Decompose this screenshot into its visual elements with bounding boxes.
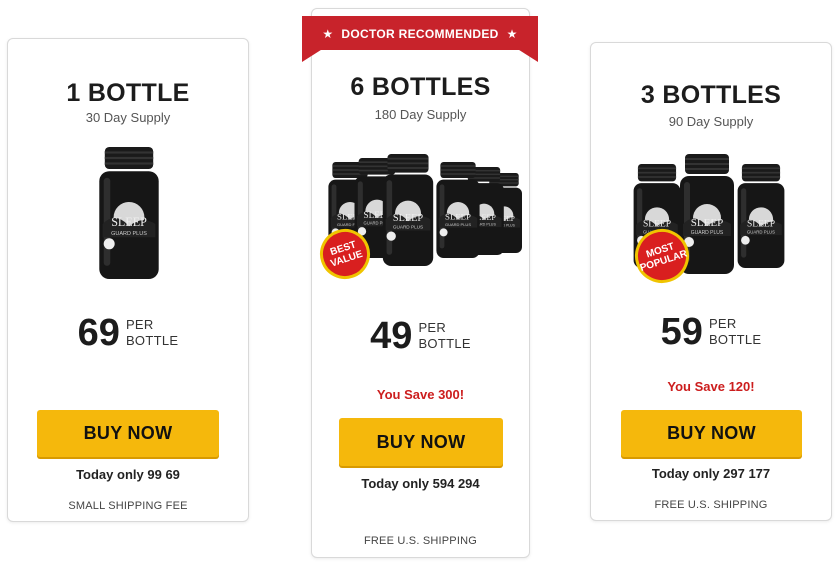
today-price-text: Today only 297 177 (651, 466, 771, 481)
shipping-info: SMALL SHIPPING FEE (68, 500, 188, 512)
shipping-info: FREE U.S. SHIPPING (363, 535, 477, 547)
price-block: 59 PER BOTTLE (591, 313, 831, 351)
card-title: 3 BOTTLES (640, 81, 782, 109)
today-price-text: Today only 594 294 (361, 476, 480, 491)
product-image-single-bottle (94, 147, 164, 279)
price-block: 49 PER BOTTLE (312, 317, 529, 355)
star-icon: ★ (506, 27, 518, 41)
pricing-card-1-bottle: 1 BOTTLE 30 Day Supply 69 PER BOTTLE BUY … (7, 38, 249, 522)
savings-text: You Save 120! (667, 379, 755, 394)
price-unit: PER BOTTLE (125, 317, 179, 348)
buy-now-button[interactable]: BUY NOW (37, 410, 219, 457)
price-block: 69 PER BOTTLE (8, 314, 248, 352)
card-title: 6 BOTTLES (350, 73, 491, 101)
card-title: 1 BOTTLE (66, 79, 190, 107)
buy-now-button[interactable]: BUY NOW (621, 410, 802, 457)
price-value: 69 (77, 312, 120, 354)
savings-text: You Save 300! (376, 387, 465, 402)
card-supply: 30 Day Supply (85, 110, 171, 125)
ribbon-label: DOCTOR RECOMMENDED (341, 27, 499, 41)
buy-now-button[interactable]: BUY NOW (339, 418, 503, 466)
pricing-card-6-bottles: 6 BOTTLES 180 Day Supply BEST VALUE 49 PE… (311, 8, 530, 558)
price-unit: PER BOTTLE (708, 316, 762, 347)
price-value: 49 (370, 315, 413, 357)
star-icon: ★ (322, 27, 334, 41)
shipping-info: FREE U.S. SHIPPING (654, 499, 768, 511)
today-price-text: Today only 99 69 (76, 467, 180, 482)
price-value: 59 (660, 311, 703, 353)
card-supply: 180 Day Supply (374, 107, 467, 122)
card-supply: 90 Day Supply (668, 114, 754, 129)
price-unit: PER BOTTLE (418, 320, 471, 351)
pricing-card-3-bottles: 3 BOTTLES 90 Day Supply MOST POPULAR 59 P… (590, 42, 832, 521)
